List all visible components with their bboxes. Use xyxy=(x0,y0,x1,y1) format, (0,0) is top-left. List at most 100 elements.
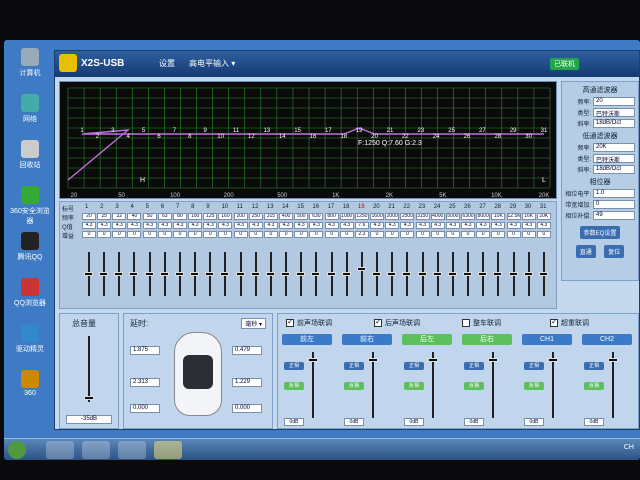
band-freq-field[interactable]: 5000 xyxy=(445,213,460,220)
eq-response-graph[interactable]: 1 2 3 4 5 6 7 8 9 10 11 12 13 14 15 16 17 18 19 20 21 22 23 24 2… xyxy=(59,81,557,199)
band-freq-field[interactable]: 315 xyxy=(263,213,278,220)
desktop-icon-7[interactable]: 驱动精灵 xyxy=(8,324,52,354)
band-gain-field[interactable]: 0 xyxy=(430,231,445,238)
band-q-field[interactable]: 4.3 xyxy=(430,222,445,229)
phase-invert-button[interactable]: 反相 xyxy=(284,382,304,390)
band-fader-knob[interactable] xyxy=(538,272,548,276)
band-fader-knob[interactable] xyxy=(478,272,488,276)
band-freq-field[interactable]: 20 xyxy=(82,213,96,220)
taskbar-app-4[interactable] xyxy=(154,441,182,459)
band-fader-knob[interactable] xyxy=(326,272,336,276)
band-gain-field[interactable]: 0 xyxy=(400,231,415,238)
channel-name-button[interactable]: 后右 xyxy=(462,334,512,345)
band-gain-field[interactable]: 0 xyxy=(218,231,233,238)
band-freq-field[interactable]: 32 xyxy=(112,213,127,220)
menu-input-mode[interactable]: 高电平输入 ▾ xyxy=(189,58,235,69)
band-gain-field[interactable]: 0 xyxy=(248,231,263,238)
band-freq-field[interactable]: 200 xyxy=(233,213,248,220)
channel-name-button[interactable]: 前左 xyxy=(282,334,332,345)
band-q-field[interactable]: 4.3 xyxy=(339,222,354,229)
band-q-field[interactable]: 4.3 xyxy=(157,222,172,229)
channel-db-value[interactable]: 0dB xyxy=(404,418,424,426)
delay-front-right[interactable]: 0.479 xyxy=(232,346,262,355)
band-q-field[interactable]: 4.3 xyxy=(82,222,96,229)
delay-ch1[interactable]: 0.000 xyxy=(130,404,160,413)
band-freq-field[interactable]: 12.5K xyxy=(506,213,521,220)
channel-db-value[interactable]: 0dB xyxy=(524,418,544,426)
band-q-field[interactable]: 4.3 xyxy=(233,222,248,229)
reset-button[interactable]: 复位 xyxy=(604,245,625,258)
band-q-field[interactable]: 4.3 xyxy=(218,222,233,229)
band-freq-field[interactable]: 6300 xyxy=(461,213,476,220)
field-value[interactable]: 18dB/Oct xyxy=(593,165,635,174)
band-q-field[interactable]: 4.3 xyxy=(127,222,142,229)
field-value[interactable]: 巴特沃斯 xyxy=(593,154,635,164)
taskbar-app-3[interactable] xyxy=(118,441,146,459)
band-gain-field[interactable]: 0 xyxy=(461,231,476,238)
channel-name-button[interactable]: 后左 xyxy=(402,334,452,345)
channel-fader-knob[interactable] xyxy=(308,358,318,362)
band-fader-knob[interactable] xyxy=(174,272,184,276)
channel-db-value[interactable]: 0dB xyxy=(284,418,304,426)
band-fader-knob[interactable] xyxy=(205,272,215,276)
band-gain-field[interactable]: 0 xyxy=(476,231,491,238)
band-gain-field[interactable]: 0 xyxy=(142,231,157,238)
band-q-field[interactable]: 4.3 xyxy=(172,222,187,229)
band-q-field[interactable]: 4.3 xyxy=(521,222,536,229)
field-value[interactable]: 20K xyxy=(593,143,635,152)
phase-normal-button[interactable]: 正相 xyxy=(404,362,424,370)
band-fader-knob[interactable] xyxy=(159,272,169,276)
band-freq-field[interactable]: 16K xyxy=(521,213,536,220)
band-freq-field[interactable]: 50 xyxy=(142,213,157,220)
band-gain-field[interactable]: 0 xyxy=(370,231,385,238)
band-fader-knob[interactable] xyxy=(356,267,366,272)
band-q-field[interactable]: 4.3 xyxy=(461,222,476,229)
band-gain-field[interactable]: 0 xyxy=(233,231,248,238)
band-freq-field[interactable]: 8000 xyxy=(476,213,491,220)
desktop-icon-1[interactable]: 计算机 xyxy=(8,48,52,78)
band-freq-field[interactable]: 400 xyxy=(279,213,294,220)
checkbox-icon[interactable] xyxy=(286,317,294,327)
band-q-field[interactable]: 4.3 xyxy=(309,222,324,229)
band-freq-field[interactable]: 125 xyxy=(203,213,218,220)
band-q-field[interactable]: 4.3 xyxy=(491,222,506,229)
checkbox-icon[interactable] xyxy=(550,317,558,327)
band-gain-field[interactable]: 0 xyxy=(309,231,324,238)
channel-db-value[interactable]: 0dB xyxy=(464,418,484,426)
band-freq-field[interactable]: 1600 xyxy=(370,213,385,220)
band-fader-knob[interactable] xyxy=(296,272,306,276)
phase-invert-button[interactable]: 反相 xyxy=(584,382,604,390)
band-q-field[interactable]: 4.3 xyxy=(385,222,400,229)
band-fader-knob[interactable] xyxy=(114,272,124,276)
band-gain-field[interactable]: 0 xyxy=(263,231,278,238)
band-fader-knob[interactable] xyxy=(463,272,473,276)
band-gain-field[interactable]: 0 xyxy=(157,231,172,238)
band-gain-field[interactable]: 0 xyxy=(506,231,521,238)
band-freq-field[interactable]: 25 xyxy=(97,213,112,220)
band-gain-field[interactable]: 0 xyxy=(97,231,112,238)
checkbox-icon[interactable] xyxy=(462,319,470,327)
field-value[interactable]: 18dB/Oct xyxy=(593,119,635,128)
field-value[interactable]: 0 xyxy=(593,200,635,209)
band-q-field[interactable]: 4.3 xyxy=(97,222,112,229)
field-value[interactable]: 20 xyxy=(593,97,635,106)
band-q-field[interactable]: 4.3 xyxy=(248,222,263,229)
band-fader-knob[interactable] xyxy=(417,272,427,276)
band-freq-field[interactable]: 4000 xyxy=(430,213,445,220)
band-freq-field[interactable]: 40 xyxy=(127,213,142,220)
bypass-button[interactable]: 直通 xyxy=(575,245,596,258)
band-fader-knob[interactable] xyxy=(235,272,245,276)
peq-settings-button[interactable]: 参数EQ设置 xyxy=(579,226,621,239)
channel-db-value[interactable]: 0dB xyxy=(584,418,604,426)
band-q-field[interactable]: 4.3 xyxy=(112,222,127,229)
band-fader-knob[interactable] xyxy=(341,272,351,276)
link-checkbox-2[interactable]: 后声场联调 xyxy=(374,317,420,328)
band-q-field[interactable]: 4.3 xyxy=(263,222,278,229)
phase-normal-button[interactable]: 正相 xyxy=(524,362,544,370)
band-gain-field[interactable]: 0 xyxy=(188,231,203,238)
tray-language[interactable]: CH xyxy=(624,444,634,451)
band-gain-field[interactable]: 0 xyxy=(203,231,218,238)
band-gain-field[interactable]: 0 xyxy=(279,231,294,238)
band-fader-knob[interactable] xyxy=(99,272,109,276)
field-value[interactable]: 49 xyxy=(593,211,635,220)
